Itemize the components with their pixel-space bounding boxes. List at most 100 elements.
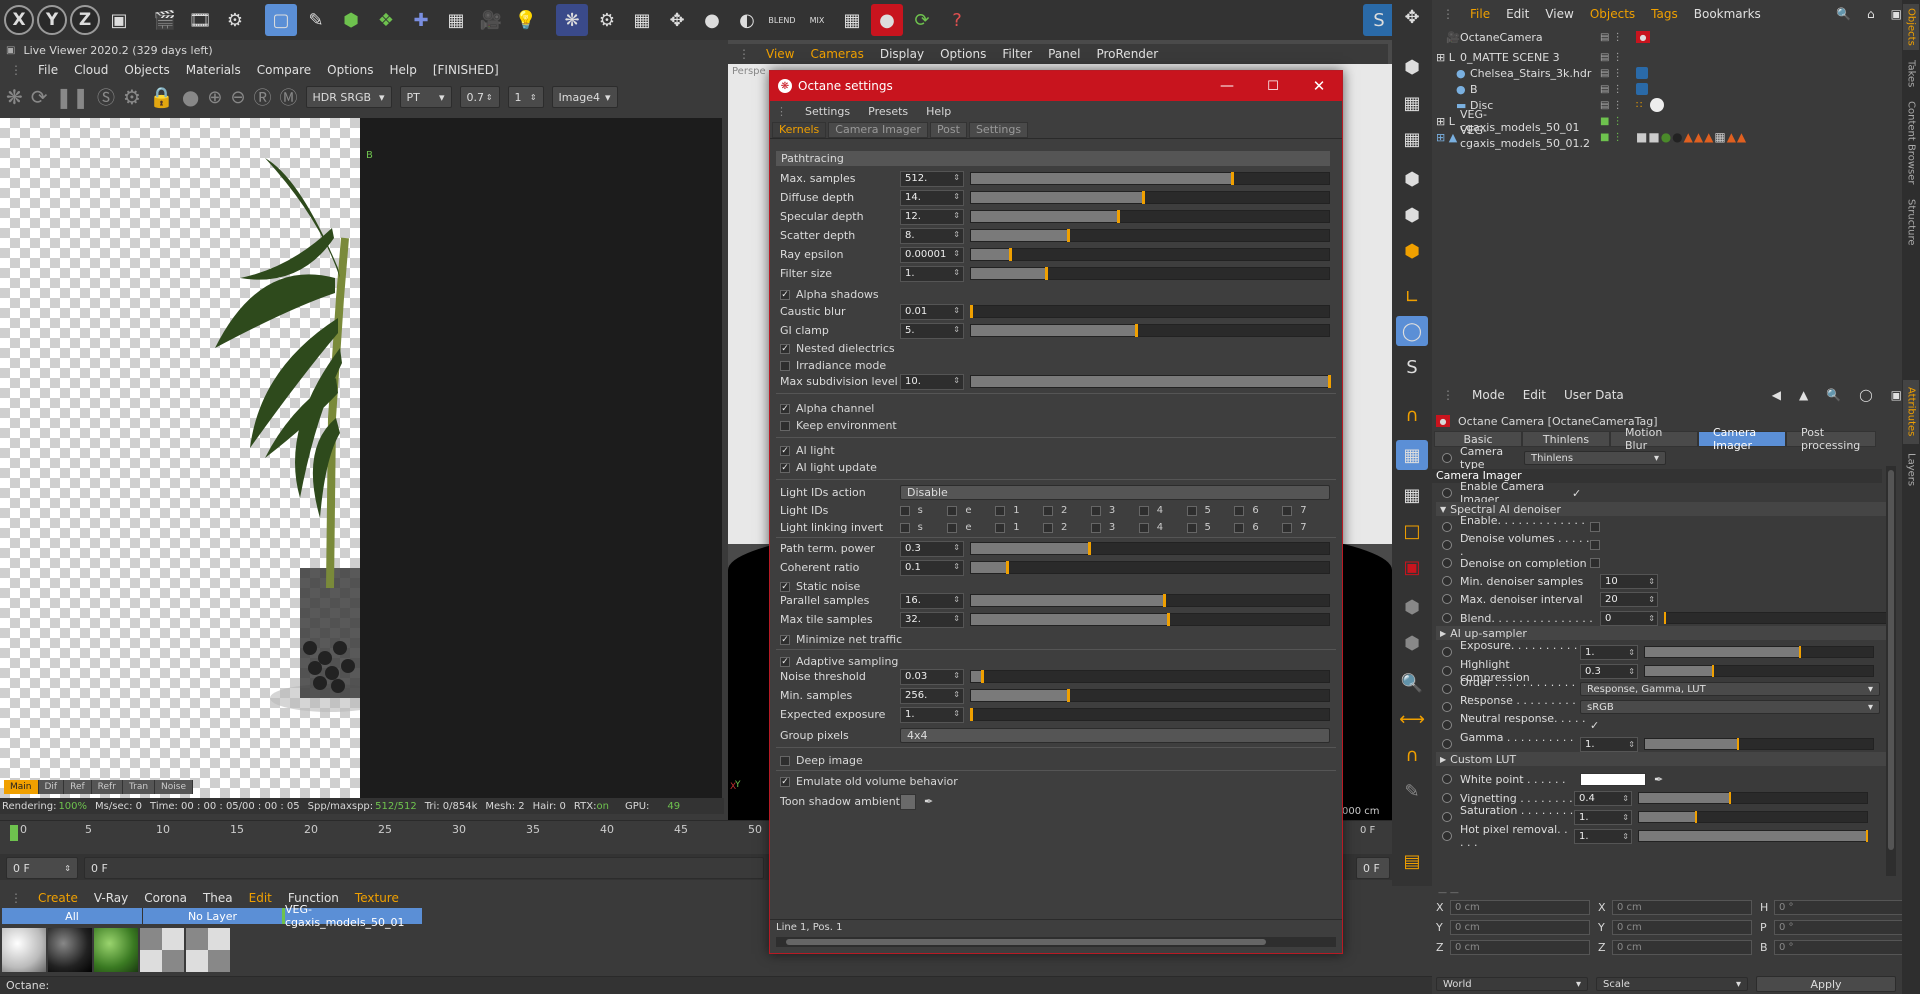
subdivision-icon[interactable]: ⬢ [335,4,367,36]
denoiser-blend-slider[interactable] [1664,612,1894,624]
alpha-channel-checkbox[interactable]: ✓ [780,403,790,414]
pass-tab-main[interactable]: Main [4,780,39,794]
move-tool-icon[interactable]: ✥ [1396,2,1428,32]
brush-icon[interactable]: ✎ [1396,776,1428,806]
camera-path-icon[interactable]: ⬢ [1396,592,1428,622]
zoom-in-icon[interactable]: ⊕ [207,87,222,108]
octane-dialog-titlebar[interactable]: ❋ Octane settings — ☐ ✕ [770,71,1342,101]
animate-dot[interactable] [1442,831,1452,841]
am-menu-mode[interactable]: Mode [1472,388,1505,402]
animate-dot[interactable] [1442,720,1452,730]
hot-pixel-removal-slider-handle[interactable] [1866,830,1868,842]
lv-menu-cloud[interactable]: Cloud [74,63,108,77]
workplane-icon[interactable]: ▦ [1396,440,1428,470]
octane-settings-icon[interactable]: ⚙ [591,4,623,36]
coord-field[interactable]: 0 cm [1612,940,1752,955]
pt-min-samples-slider-handle[interactable] [1066,689,1070,702]
pt-diffuse-depth-slider[interactable] [970,191,1330,204]
animate-dot[interactable] [1442,774,1452,784]
pt-diffuse-depth-slider-handle[interactable] [1141,191,1145,204]
gamma-slider[interactable] [1644,738,1874,750]
light-ids-checkbox[interactable] [995,505,1006,516]
light-ids-action-dropdown[interactable]: Disable [900,485,1330,500]
pt-ray-epsilon-slider[interactable] [970,248,1330,261]
am-search-icon[interactable]: 🔍 [1826,388,1841,402]
response-dropdown[interactable]: sRGB ▾ [1580,700,1880,714]
size-mode-dropdown[interactable]: Scale ▾ [1596,977,1748,991]
octane-menu-help[interactable]: Help [926,105,951,118]
pt-expected-exposure-field[interactable]: 1. ⇕ [900,706,964,723]
lock-icon[interactable]: 🔒 [149,85,174,109]
animate-dot[interactable] [1442,647,1452,657]
send-scene-icon[interactable]: ❋ [6,85,23,109]
pass-tab-dif[interactable]: Dif [38,780,65,794]
lv-menu-materials[interactable]: Materials [186,63,241,77]
pause-icon[interactable]: ❚❚ [56,85,90,109]
scrollbar-thumb[interactable] [786,939,1266,945]
side-tab-structure[interactable]: Structure [1903,194,1919,250]
coord-field[interactable]: 0 cm [1450,940,1590,955]
pt-scatter-depth-slider-handle[interactable] [1066,229,1070,242]
light-linking-invert-checkbox[interactable] [1282,522,1293,533]
animate-dot[interactable] [1442,613,1452,623]
ai-upsampler-group[interactable]: ▶ AI up-sampler [1436,626,1886,640]
light-ids-checkbox[interactable] [899,505,910,516]
camera-type-dropdown[interactable]: Thinlens ▾ [1524,451,1666,465]
coord-field[interactable]: 0 ° [1774,920,1914,935]
pt-max-tile-samples-slider[interactable] [970,613,1330,626]
am-up-icon[interactable]: ▲ [1799,388,1808,402]
hot-pixel-removal-field[interactable]: 1. ⇕ [1574,828,1632,844]
apply-button[interactable]: Apply [1756,976,1896,992]
lv-menu-file[interactable]: File [38,63,58,77]
render-view-icon[interactable]: 🎬 [149,4,181,36]
edges-mode-icon[interactable]: ⬢ [1396,200,1428,230]
animate-dot[interactable] [1442,594,1452,604]
tweak-mode-icon[interactable]: ◯ [1396,316,1428,346]
om-menu-tags[interactable]: Tags [1651,7,1678,21]
animate-dot[interactable] [1442,739,1452,749]
frame-range-slider[interactable]: 0 F [84,857,764,879]
side-tab-attributes[interactable]: Attributes [1903,380,1919,444]
light-linking-invert-checkbox[interactable] [1186,522,1197,533]
pt-max-samples-slider[interactable] [970,172,1330,185]
side-tab-layers[interactable]: Layers [1903,450,1919,490]
mat-menu-edit[interactable]: Edit [249,891,272,905]
maximize-icon[interactable]: ☐ [1250,79,1296,94]
help-icon[interactable]: ? [941,4,973,36]
camera-icon[interactable]: 🎥 [475,4,507,36]
am-lock-icon[interactable]: ◯ [1859,388,1872,402]
vp-menu-options[interactable]: Options [940,47,986,61]
min-denoiser-samples-field[interactable]: 10 ⇕ [1600,573,1658,589]
focus-picker-icon[interactable]: Ⓡ [254,84,272,110]
vp-menu-panel[interactable]: Panel [1048,47,1080,61]
exposure-field[interactable]: 1. ⇕ [1580,644,1638,660]
plugin-icon-1[interactable]: S [1363,4,1395,36]
neutral-response-checkbox[interactable]: ✓ [1590,719,1599,732]
light-linking-invert-checkbox[interactable] [899,522,910,533]
animate-dot[interactable] [1442,684,1452,694]
pt-gi-clamp-slider-handle[interactable] [1134,324,1138,337]
animate-dot[interactable] [1442,540,1452,550]
light-ids-checkbox[interactable] [1138,505,1149,516]
pt-coherent-ratio-field[interactable]: 0.1 ⇕ [900,559,964,576]
vp-menu-cameras[interactable]: Cameras [810,47,863,61]
am-new-icon[interactable]: ▣ [1891,388,1902,402]
blend-material-button[interactable]: BLEND [766,4,798,36]
side-tab-content-browser[interactable]: Content Browser [1903,98,1919,188]
nested-dielectrics-checkbox[interactable]: ✓ [780,343,790,354]
om-menu-edit[interactable]: Edit [1506,7,1529,21]
coord-field[interactable]: 0 ° [1774,900,1914,915]
start-frame-field[interactable]: 0 F ⇕ [6,857,78,879]
material-swatch[interactable] [48,928,92,972]
mat-menu-vray[interactable]: V-Ray [94,891,128,905]
visibility-toggle-icon[interactable]: ▤ ⋮ [1600,68,1636,79]
max-denoiser-interval-field[interactable]: 20 ⇕ [1600,591,1658,607]
tab-settings[interactable]: Settings [968,121,1029,138]
close-icon[interactable]: ✕ [1296,77,1342,95]
ai-light-checkbox[interactable]: ✓ [780,445,790,456]
material-swatch[interactable] [140,928,184,972]
texture-mode-icon[interactable]: ▦ [1396,88,1428,118]
animate-dot[interactable] [1442,702,1452,712]
cube-icon[interactable]: ▢ [265,4,297,36]
y-axis-button[interactable]: Y [37,5,67,35]
